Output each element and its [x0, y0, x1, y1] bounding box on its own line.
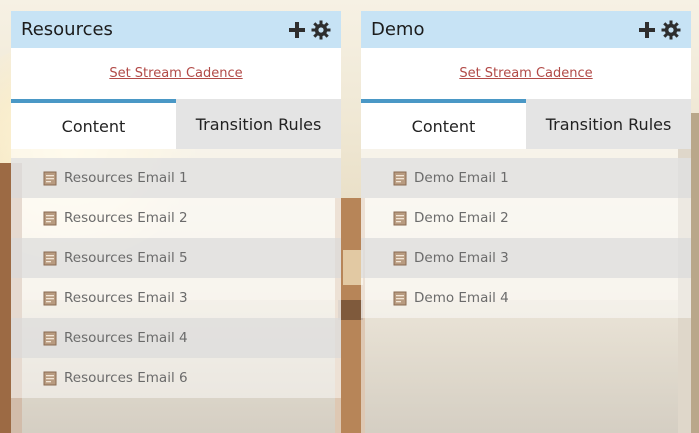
item-label: Resources Email 5 — [64, 250, 188, 266]
panel-header: Resources — [11, 11, 341, 48]
email-icon — [43, 291, 57, 305]
item-label: Demo Email 1 — [414, 170, 509, 186]
panel-actions — [287, 20, 331, 40]
cadence-row: Set Stream Cadence — [11, 48, 341, 99]
plus-icon[interactable] — [637, 20, 657, 40]
email-icon — [393, 251, 407, 265]
item-label: Resources Email 2 — [64, 210, 188, 226]
cadence-row: Set Stream Cadence — [361, 48, 691, 99]
content-list: Resources Email 1 Resources Email 2 Reso… — [11, 149, 341, 433]
list-item[interactable]: Resources Email 5 — [11, 238, 341, 278]
list-item[interactable]: Resources Email 3 — [11, 278, 341, 318]
stream-panel-resources: Resources Set Stream Cadence Content Tra… — [11, 11, 341, 433]
item-label: Resources Email 3 — [64, 290, 188, 306]
list-item[interactable]: Demo Email 4 — [361, 278, 691, 318]
item-label: Resources Email 4 — [64, 330, 188, 346]
panel-title: Resources — [21, 19, 113, 40]
list-item[interactable]: Demo Email 2 — [361, 198, 691, 238]
item-label: Demo Email 4 — [414, 290, 509, 306]
panel-tabs: Content Transition Rules — [11, 99, 341, 149]
item-label: Demo Email 3 — [414, 250, 509, 266]
panel-title: Demo — [371, 19, 425, 40]
panel-actions — [637, 20, 681, 40]
stream-panel-demo: Demo Set Stream Cadence Content Transiti… — [361, 11, 691, 433]
email-icon — [43, 371, 57, 385]
email-icon — [43, 331, 57, 345]
list-item[interactable]: Resources Email 4 — [11, 318, 341, 358]
panel-tabs: Content Transition Rules — [361, 99, 691, 149]
item-label: Resources Email 6 — [64, 370, 188, 386]
list-item[interactable]: Resources Email 2 — [11, 198, 341, 238]
plus-icon[interactable] — [287, 20, 307, 40]
list-item[interactable]: Resources Email 1 — [11, 158, 341, 198]
set-stream-cadence-link[interactable]: Set Stream Cadence — [109, 66, 242, 81]
item-label: Demo Email 2 — [414, 210, 509, 226]
email-icon — [393, 211, 407, 225]
email-icon — [393, 291, 407, 305]
set-stream-cadence-link[interactable]: Set Stream Cadence — [459, 66, 592, 81]
panel-header: Demo — [361, 11, 691, 48]
email-icon — [43, 251, 57, 265]
list-item[interactable]: Demo Email 1 — [361, 158, 691, 198]
email-icon — [43, 211, 57, 225]
gear-icon[interactable] — [311, 20, 331, 40]
item-label: Resources Email 1 — [64, 170, 188, 186]
tab-transition-rules[interactable]: Transition Rules — [176, 99, 341, 149]
content-list: Demo Email 1 Demo Email 2 Demo Email 3 D… — [361, 149, 691, 433]
email-icon — [43, 171, 57, 185]
tab-content[interactable]: Content — [11, 99, 176, 149]
list-item[interactable]: Demo Email 3 — [361, 238, 691, 278]
list-item[interactable]: Resources Email 6 — [11, 358, 341, 398]
gear-icon[interactable] — [661, 20, 681, 40]
email-icon — [393, 171, 407, 185]
tab-transition-rules[interactable]: Transition Rules — [526, 99, 691, 149]
tab-content[interactable]: Content — [361, 99, 526, 149]
